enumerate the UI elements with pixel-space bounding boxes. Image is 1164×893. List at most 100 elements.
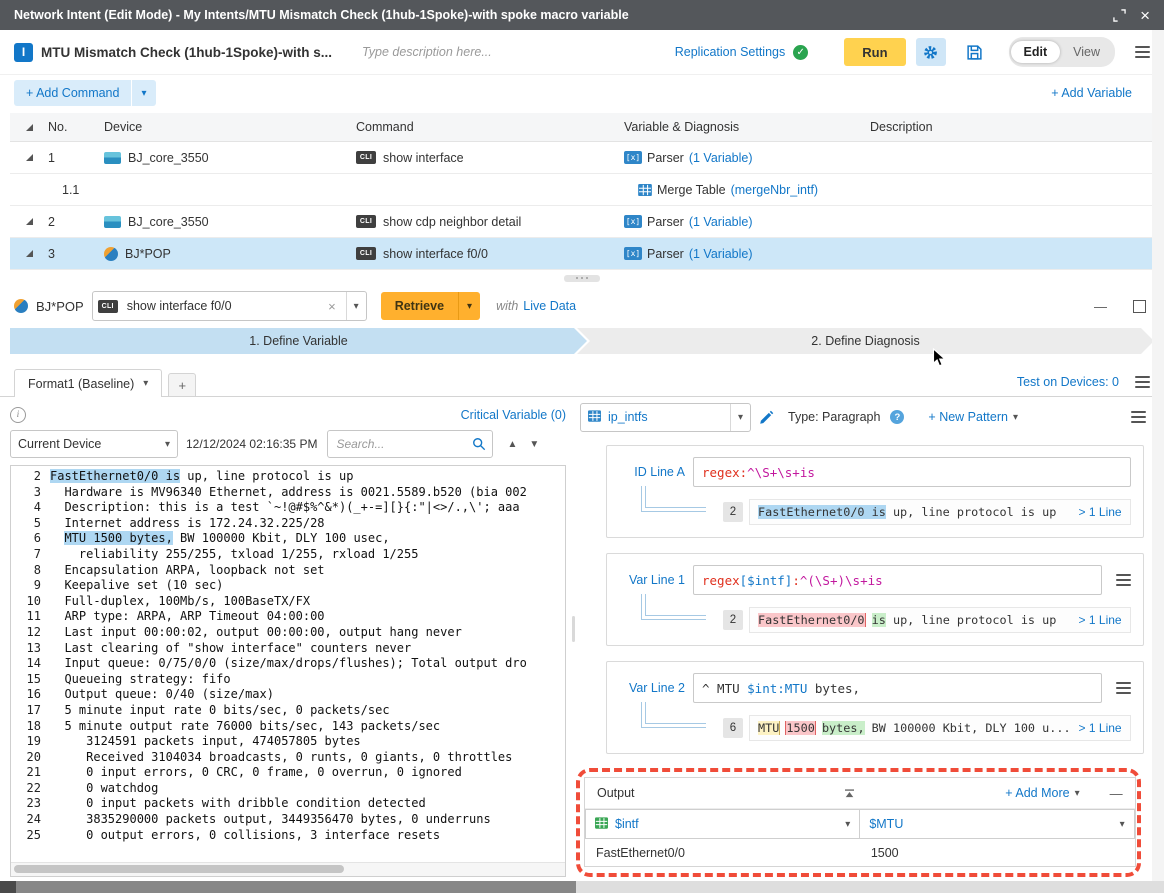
device-scope-chevron-icon[interactable]: ▾ xyxy=(165,439,170,450)
command-row-3-selected[interactable]: 3 BJ*POP CLIshow interface f0/0 [x]Parse… xyxy=(10,238,1152,270)
expand-lines-link[interactable]: > 1 Line xyxy=(1079,505,1122,519)
bottom-scrollbar-thumb[interactable] xyxy=(16,881,576,893)
command-input[interactable] xyxy=(125,298,318,314)
close-window-icon[interactable]: × xyxy=(1140,7,1150,24)
add-command-button[interactable]: + Add Command ▾ xyxy=(14,80,156,106)
with-label: with xyxy=(496,299,518,313)
device-name: BJ*POP xyxy=(125,247,171,261)
code-hscroll-thumb[interactable] xyxy=(14,865,344,873)
retrieve-button[interactable]: Retrieve ▾ xyxy=(381,292,480,320)
chevron-down-icon[interactable]: ▾ xyxy=(1120,819,1125,830)
output-panel: Output + Add More ▾ — xyxy=(584,777,1136,867)
code-line: 10 Full-duplex, 100Mb/s, 100BaseTX/FX xyxy=(11,594,565,610)
output-data-row: FastEthernet0/0 1500 xyxy=(585,839,1135,866)
line-number: 25 xyxy=(11,828,41,844)
search-input[interactable] xyxy=(334,436,450,452)
line-text: Full-duplex, 100Mb/s, 100BaseTX/FX xyxy=(50,594,310,610)
match-row: MTU 1500 bytes, BW 100000 Kbit, DLY 100 … xyxy=(749,715,1131,741)
command-row-1-1[interactable]: 1.1 Merge Table(mergeNbr_intf) xyxy=(10,174,1152,206)
add-more-button[interactable]: + Add More ▾ xyxy=(1005,786,1079,800)
vertical-splitter[interactable] xyxy=(566,403,580,877)
command-chevron-icon[interactable]: ▾ xyxy=(346,292,366,320)
live-data-link[interactable]: Live Data xyxy=(523,299,576,313)
search-box[interactable] xyxy=(327,430,493,458)
add-command-chevron-icon[interactable]: ▾ xyxy=(131,80,155,106)
new-pattern-button[interactable]: + New Pattern ▾ xyxy=(928,410,1018,424)
expand-lines-link[interactable]: > 1 Line xyxy=(1079,721,1122,735)
add-format-tab-button[interactable]: + xyxy=(168,373,196,397)
row-expand-icon[interactable] xyxy=(26,154,33,161)
pattern-row-menu-icon[interactable] xyxy=(1116,682,1131,694)
device-scope-select[interactable]: Current Device ▾ xyxy=(10,430,178,458)
parser-variable-link[interactable]: (1 Variable) xyxy=(689,215,753,229)
command-row-2[interactable]: 2 BJ_core_3550 CLIshow cdp neighbor deta… xyxy=(10,206,1152,238)
search-prev-icon[interactable]: ▲ xyxy=(507,439,517,450)
step-define-variable[interactable]: 1. Define Variable xyxy=(10,328,587,354)
code-line: 6 MTU 1500 bytes, BW 100000 Kbit, DLY 10… xyxy=(11,531,565,547)
tabs-menu-icon[interactable] xyxy=(1135,376,1150,388)
save-icon[interactable] xyxy=(966,44,983,61)
pattern-label: Var Line 1 xyxy=(619,573,685,587)
bottom-scrollbar[interactable] xyxy=(0,881,1164,893)
variable-chevron-icon[interactable]: ▾ xyxy=(730,404,750,431)
command-combobox[interactable]: CLI × ▾ xyxy=(92,291,367,321)
test-on-devices-link[interactable]: Test on Devices: 0 xyxy=(1017,375,1119,389)
replication-settings-link[interactable]: Replication Settings xyxy=(675,45,785,59)
code-line: 4 Description: this is a test `~!@#$%^&*… xyxy=(11,500,565,516)
run-settings-gear-icon[interactable] xyxy=(916,38,946,66)
router-device-icon xyxy=(104,247,118,261)
pattern-menu-icon[interactable] xyxy=(1131,411,1146,423)
line-number: 10 xyxy=(11,594,41,610)
row-no: 1.1 xyxy=(48,183,118,197)
pattern-expression-input[interactable]: ^ MTU $int:MTU bytes, xyxy=(693,673,1102,703)
expand-window-icon[interactable] xyxy=(1113,9,1126,22)
clear-command-icon[interactable]: × xyxy=(325,299,339,314)
splitter-grip[interactable] xyxy=(564,275,600,282)
parser-variable-link[interactable]: (1 Variable) xyxy=(689,247,753,261)
description-input[interactable] xyxy=(360,44,594,60)
pattern-card-var-line-1: Var Line 1 regex[$intf]:^(\S+)\s+is 2 Fa… xyxy=(606,553,1144,646)
new-pattern-chevron-icon: ▾ xyxy=(1013,412,1018,423)
search-next-icon[interactable]: ▼ xyxy=(529,439,539,450)
collapse-output-icon[interactable] xyxy=(844,789,855,798)
code-horizontal-scrollbar[interactable] xyxy=(11,862,565,876)
pattern-row-menu-icon[interactable] xyxy=(1116,574,1131,586)
merge-table-link[interactable]: (mergeNbr_intf) xyxy=(731,183,819,197)
line-count-label: 1 Line xyxy=(1089,505,1122,519)
step-breadcrumb: 1. Define Variable 2. Define Diagnosis xyxy=(0,328,1164,354)
connector-line xyxy=(645,702,706,724)
search-icon[interactable] xyxy=(472,437,486,451)
expand-lines-link[interactable]: > 1 Line xyxy=(1079,613,1122,627)
edit-toggle[interactable]: Edit xyxy=(1011,41,1061,63)
window-scrollbar-track[interactable] xyxy=(1152,30,1164,881)
row-expand-icon[interactable] xyxy=(26,218,33,225)
critical-variable-link[interactable]: Critical Variable (0) xyxy=(461,408,566,422)
output-cell-intf: FastEthernet0/0 xyxy=(585,846,860,860)
tab-format1-baseline[interactable]: Format1 (Baseline) ▾ xyxy=(14,369,162,397)
expand-all-icon[interactable] xyxy=(26,124,33,131)
header-menu-icon[interactable] xyxy=(1135,46,1150,58)
pattern-expression-input[interactable]: regex[$intf]:^(\S+)\s+is xyxy=(693,565,1102,595)
minimize-panel-icon[interactable]: — xyxy=(1094,300,1107,313)
step-define-diagnosis[interactable]: 2. Define Diagnosis xyxy=(577,328,1154,354)
tab-chevron-icon[interactable]: ▾ xyxy=(143,378,148,389)
edit-pencil-icon[interactable] xyxy=(759,410,774,425)
minimize-output-icon[interactable]: — xyxy=(1110,787,1123,800)
command-row-1[interactable]: 1 BJ_core_3550 CLIshow interface [x]Pars… xyxy=(10,142,1152,174)
pattern-expression-input[interactable]: regex:^\S+\s+is xyxy=(693,457,1131,487)
expand-lines-icon: > xyxy=(1079,505,1086,519)
output-column-mtu-select[interactable]: $MTU ▾ xyxy=(859,809,1134,839)
run-button[interactable]: Run xyxy=(844,38,905,66)
maximize-panel-icon[interactable] xyxy=(1133,300,1146,313)
retrieve-chevron-icon[interactable]: ▾ xyxy=(458,292,480,320)
view-toggle[interactable]: View xyxy=(1060,41,1113,63)
match-row: FastEthernet0/0 is up, line protocol is … xyxy=(749,499,1131,525)
help-icon[interactable]: ? xyxy=(890,410,904,424)
add-variable-link[interactable]: + Add Variable xyxy=(1051,86,1132,100)
sample-output-code[interactable]: 2FastEthernet0/0 is up, line protocol is… xyxy=(11,466,565,862)
variable-select[interactable]: ip_intfs ▾ xyxy=(580,403,751,432)
output-column-intf-select[interactable]: $intf ▾ xyxy=(585,809,860,839)
row-expand-icon[interactable] xyxy=(26,250,33,257)
chevron-down-icon[interactable]: ▾ xyxy=(845,819,850,830)
parser-variable-link[interactable]: (1 Variable) xyxy=(689,151,753,165)
